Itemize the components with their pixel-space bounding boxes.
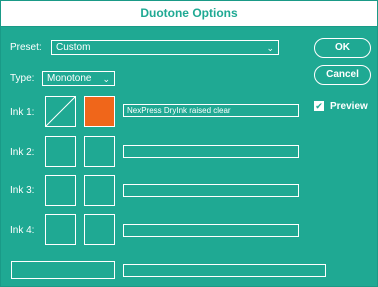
ink-3-color-swatch[interactable] xyxy=(84,175,115,206)
ink-1-name-field[interactable]: NexPress DryInk raised clear xyxy=(123,104,299,117)
preview-label: Preview xyxy=(330,101,368,112)
ink-1-curve-line xyxy=(46,97,75,126)
ink-1-curve-box[interactable] xyxy=(45,96,76,127)
ink-1-label: Ink 1: xyxy=(10,107,35,118)
ink-3-curve-box[interactable] xyxy=(45,175,76,206)
ink-2-label: Ink 2: xyxy=(10,147,35,158)
ink-3-name-field[interactable] xyxy=(123,184,299,197)
ink-3-label: Ink 3: xyxy=(10,185,35,196)
ink-1-color-swatch[interactable] xyxy=(84,96,115,127)
ink-4-name-field[interactable] xyxy=(123,224,299,237)
check-icon: ✔ xyxy=(315,101,323,111)
chevron-down-icon: ⌄ xyxy=(266,43,274,53)
preset-label: Preset: xyxy=(10,42,42,53)
ink-2-color-swatch[interactable] xyxy=(84,136,115,167)
ink-2-name-field[interactable] xyxy=(123,145,299,158)
ink-4-color-swatch[interactable] xyxy=(84,214,115,245)
overprint-field[interactable] xyxy=(123,264,326,277)
type-value: Monotone xyxy=(47,73,92,84)
overprint-colors-button[interactable] xyxy=(11,261,115,279)
preset-value: Custom xyxy=(56,42,91,53)
ink-2-curve-box[interactable] xyxy=(45,136,76,167)
ink-4-curve-box[interactable] xyxy=(45,214,76,245)
type-label: Type: xyxy=(10,73,35,84)
cancel-button[interactable]: Cancel xyxy=(314,65,371,85)
preset-dropdown[interactable]: Custom ⌄ xyxy=(51,40,279,55)
ink-4-label: Ink 4: xyxy=(10,225,35,236)
type-dropdown[interactable]: Monotone ⌄ xyxy=(42,71,115,86)
ok-button[interactable]: OK xyxy=(314,38,371,58)
preview-checkbox[interactable]: ✔ xyxy=(314,101,324,111)
dialog-title: Duotone Options xyxy=(1,1,377,27)
duotone-options-dialog: Duotone Options Preset: Custom ⌄ OK Canc… xyxy=(0,0,378,287)
chevron-down-icon: ⌄ xyxy=(102,74,110,84)
